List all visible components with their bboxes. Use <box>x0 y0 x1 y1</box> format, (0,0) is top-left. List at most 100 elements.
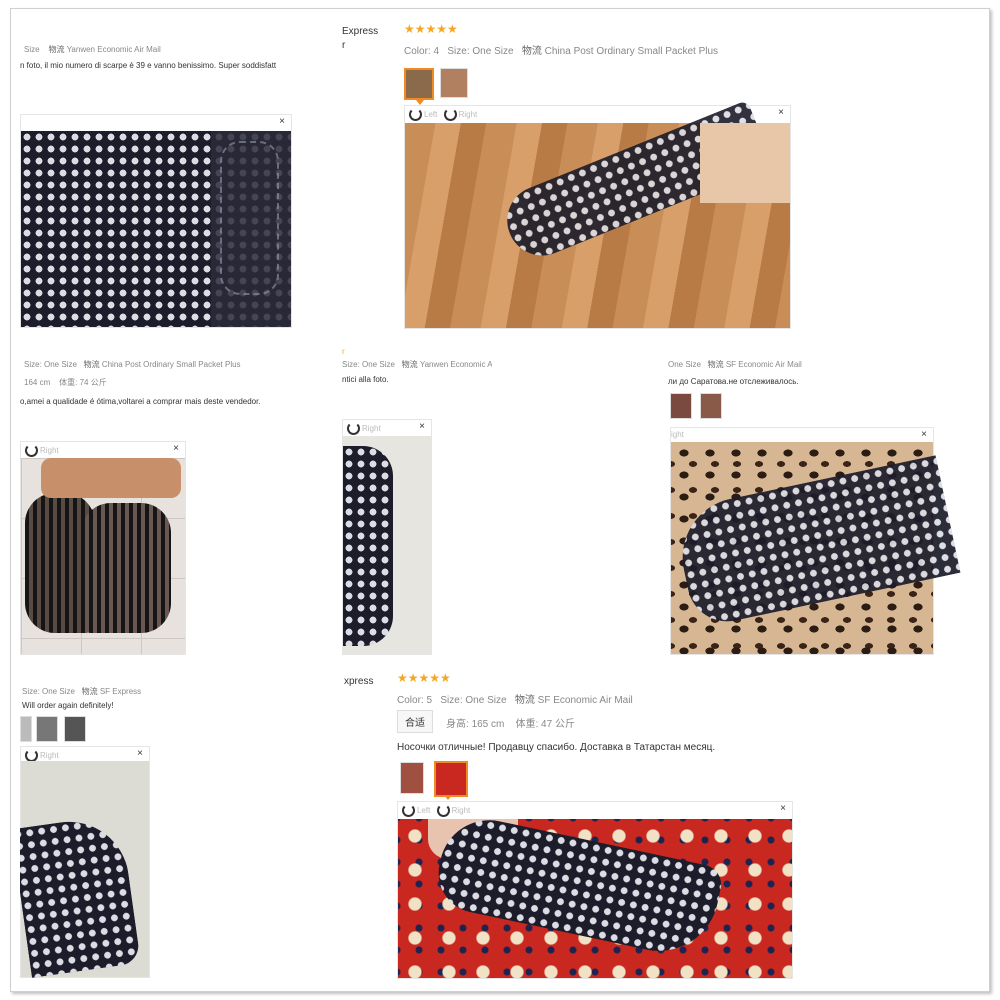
review-text: ntici alla foto. <box>342 375 389 384</box>
weight-value: 74 公斤 <box>79 378 107 387</box>
rating-stars: ★★★★★ <box>397 671 451 685</box>
shipping-label: 物流 <box>514 695 535 706</box>
rotate-left-label: Left <box>417 806 431 815</box>
rotate-right-icon <box>347 422 360 435</box>
close-icon[interactable]: × <box>137 748 143 759</box>
rotate-right-button[interactable]: Right <box>25 444 59 457</box>
review-card-midleft: Size: One Size 物流 China Post Ordinary Sm… <box>20 355 330 655</box>
photo-viewer: Left Right × <box>404 99 791 329</box>
selected-indicator <box>444 795 452 800</box>
shipping-method: SF Economic Air Mail <box>537 695 633 706</box>
review-card-midcenter: r Size: One Size 物流 Yanwen Economic Air … <box>342 345 492 655</box>
sock-shape <box>81 503 171 633</box>
rotate-right-button[interactable]: Right <box>443 108 478 121</box>
rotate-left-label: Left <box>424 110 438 119</box>
photo-thumbnail[interactable] <box>400 762 424 794</box>
photo-thumbnail[interactable] <box>434 761 468 797</box>
shipping-label: 物流 <box>83 360 100 369</box>
rotate-right-label: Right <box>362 424 381 433</box>
review-photo[interactable] <box>21 458 185 654</box>
size-label: Size <box>24 45 40 54</box>
photo-thumbnail[interactable] <box>64 716 86 742</box>
shipping-method: SF Economic Air Mail <box>725 360 802 369</box>
shipping-method: SF Express <box>99 687 142 696</box>
close-icon[interactable]: × <box>780 803 786 814</box>
close-icon[interactable]: × <box>921 429 927 440</box>
size-value: One Size <box>472 46 514 57</box>
shipping-label: 物流 <box>48 45 65 54</box>
review-meta: Color: 4 Size: One Size 物流 China Post Or… <box>404 42 718 57</box>
weight-label: 体重: <box>515 719 539 730</box>
rotate-right-label: Right <box>40 446 59 455</box>
photo-thumbnail[interactable] <box>440 68 468 98</box>
shipping-label: 物流 <box>707 360 724 369</box>
color-value: 5 <box>426 695 433 706</box>
photo-thumbnail[interactable] <box>20 716 32 742</box>
review-photo[interactable] <box>398 810 792 978</box>
review-meta: Color: 5 Size: One Size 物流 SF Economic A… <box>397 691 633 706</box>
review-text: ли до Саратова.не отслеживалось. <box>668 377 799 386</box>
photo-thumbnail[interactable] <box>700 393 722 419</box>
review-card-bottomleft: Size: One Size 物流 SF Express Will order … <box>20 682 320 978</box>
height-value: 164 cm <box>24 378 51 387</box>
close-icon[interactable]: × <box>279 116 285 127</box>
weight-value: 47 公斤 <box>541 719 575 730</box>
review-photo[interactable] <box>21 131 291 327</box>
photo-viewer: Right × <box>342 419 432 655</box>
fit-badge: 合适 <box>397 710 433 733</box>
photo-thumbnail[interactable] <box>36 716 58 742</box>
rotate-left-icon <box>409 108 422 121</box>
rotate-right-button[interactable]: ight <box>671 430 684 439</box>
photo-viewer: × <box>20 114 292 328</box>
shipping-method: Yanwen Economic Air Mail <box>419 360 492 369</box>
review-text: n foto, il mio numero di scarpe è 39 e v… <box>20 61 277 70</box>
review-photo[interactable] <box>343 436 431 654</box>
photo-viewer: Right × <box>20 746 150 978</box>
review-card-midright: One Size 物流 SF Economic Air Mail ли до С… <box>668 355 968 655</box>
rotate-right-label: Right <box>458 110 478 119</box>
review-text: o,amei a qualidade é ótima,voltarei a co… <box>20 397 261 406</box>
sock-shape <box>671 455 961 629</box>
sock-shape <box>431 810 725 963</box>
photo-thumbnail[interactable] <box>404 68 434 100</box>
body-stats: 身高: 165 cm 体重: 47 公斤 <box>446 715 575 730</box>
rotate-right-label: Right <box>451 806 471 815</box>
shipping-fragment: r <box>342 40 346 51</box>
rating-stars: ★★★★★ <box>404 22 458 36</box>
color-label: Color: <box>397 695 424 706</box>
shipping-method: Yanwen Economic Air Mail <box>66 45 161 54</box>
review-meta: Size: One Size 物流 China Post Ordinary Sm… <box>24 359 241 370</box>
size-value: One Size <box>465 695 507 706</box>
close-icon[interactable]: × <box>419 421 425 432</box>
review-meta: Size: One Size 物流 SF Express <box>22 686 141 697</box>
rotate-right-button[interactable]: Right <box>436 804 471 817</box>
size-value: Size: One Size <box>342 360 395 369</box>
size-value: One Size <box>668 360 701 369</box>
close-icon[interactable]: × <box>778 107 784 118</box>
sock-shape <box>343 446 393 646</box>
rotate-right-icon <box>436 804 450 817</box>
sock-shape <box>20 814 141 978</box>
review-photo[interactable] <box>405 99 790 328</box>
rotate-right-label: ight <box>671 430 684 439</box>
size-value: Size: One Size <box>22 687 75 696</box>
rotate-right-icon <box>25 444 38 457</box>
height-value: 165 cm <box>471 719 505 730</box>
height-label: 身高: <box>446 719 469 730</box>
body-stats: 164 cm 体重: 74 公斤 <box>24 377 107 388</box>
shipping-label: 物流 <box>401 360 418 369</box>
review-card-bottomright: xpress ★★★★★ Color: 5 Size: One Size 物流 … <box>340 670 800 980</box>
size-value: Size: One Size <box>24 360 77 369</box>
shipping-method: China Post Ordinary Small Packet Plus <box>544 46 719 57</box>
review-text: Will order again definitely! <box>22 701 114 710</box>
close-icon[interactable]: × <box>173 443 179 454</box>
rotate-left-button[interactable]: Left <box>409 108 437 121</box>
photo-thumbnail[interactable] <box>670 393 692 419</box>
size-label: Size: <box>447 46 470 57</box>
size-label: Size: <box>440 695 463 706</box>
rotate-right-button[interactable]: Right <box>347 422 381 435</box>
review-photo[interactable] <box>20 761 149 978</box>
review-photo[interactable] <box>671 442 961 654</box>
rotate-left-button[interactable]: Left <box>402 804 430 817</box>
color-label: Color: <box>404 46 431 57</box>
